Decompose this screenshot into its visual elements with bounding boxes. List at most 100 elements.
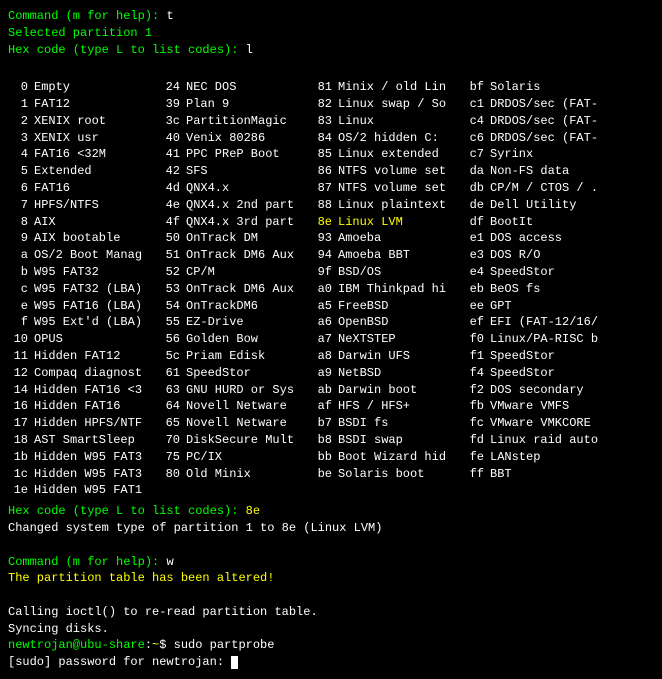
hex-code: e3 <box>464 247 490 264</box>
table-row: 5Extended42SFS86NTFS volume setdaNon-FS … <box>8 163 616 180</box>
shell-path: ~ <box>152 638 159 652</box>
hex-name: Hidden FAT12 <box>34 348 160 365</box>
hex-name: Hidden HPFS/NTF <box>34 415 160 432</box>
hex-code: bf <box>464 79 490 96</box>
hex-name: Priam Edisk <box>186 348 312 365</box>
hex-name: BeOS fs <box>490 281 616 298</box>
hex-name: Linux LVM <box>338 214 464 231</box>
hex-code: 7 <box>8 197 34 214</box>
hex-code: 3 <box>8 130 34 147</box>
table-row: bW95 FAT3252CP/M9fBSD/OSe4SpeedStor <box>8 264 616 281</box>
hex-name: W95 FAT32 (LBA) <box>34 281 160 298</box>
hex-name: Solaris boot <box>338 466 464 483</box>
hex-code: 83 <box>312 113 338 130</box>
hex-name: CP/M <box>186 264 312 281</box>
hex-name: HPFS/NTFS <box>34 197 160 214</box>
sync-msg: Syncing disks. <box>8 621 654 638</box>
hex-code: ee <box>464 298 490 315</box>
hex-name: DOS R/O <box>490 247 616 264</box>
hex-code: a8 <box>312 348 338 365</box>
hex-code: 0 <box>8 79 34 96</box>
hex-code: eb <box>464 281 490 298</box>
hex-name: NEC DOS <box>186 79 312 96</box>
hex-name: Darwin boot <box>338 382 464 399</box>
hex-name: Solaris <box>490 79 616 96</box>
hex-name: XENIX usr <box>34 130 160 147</box>
hex-code: a0 <box>312 281 338 298</box>
hex-code: 6 <box>8 180 34 197</box>
hex-name: Golden Bow <box>186 331 312 348</box>
hex-code: 12 <box>8 365 34 382</box>
hex-code: e4 <box>464 264 490 281</box>
table-row: 0Empty24NEC DOS81Minix / old LinbfSolari… <box>8 79 616 96</box>
sudo-prompt: [sudo] password for newtrojan: <box>8 655 224 669</box>
hex-name: Hidden W95 FAT3 <box>34 466 160 483</box>
hex-name: Empty <box>34 79 160 96</box>
shell-user: newtrojan@ubu-share <box>8 638 145 652</box>
hex-name: DRDOS/sec (FAT- <box>490 130 616 147</box>
table-row: 1eHidden W95 FAT1 <box>8 482 616 499</box>
hex-code: bb <box>312 449 338 466</box>
hex-name: XENIX root <box>34 113 160 130</box>
hex-name: NetBSD <box>338 365 464 382</box>
hex-name: SpeedStor <box>490 365 616 382</box>
command-prompt-line-2: Command (m for help): w <box>8 554 654 571</box>
hex-name: LANstep <box>490 449 616 466</box>
input-l: l <box>246 43 253 57</box>
hex-name: Plan 9 <box>186 96 312 113</box>
hex-name: AST SmartSleep <box>34 432 160 449</box>
hex-code: 39 <box>160 96 186 113</box>
shell-sep: : <box>145 638 152 652</box>
hex-code: c4 <box>464 113 490 130</box>
hex-code: 8e <box>312 214 338 231</box>
hex-code: c7 <box>464 146 490 163</box>
hex-code: 50 <box>160 230 186 247</box>
hex-code: 1e <box>8 482 34 499</box>
hex-name: DOS access <box>490 230 616 247</box>
hex-code: 41 <box>160 146 186 163</box>
hex-code: ff <box>464 466 490 483</box>
hex-code: 24 <box>160 79 186 96</box>
hex-code <box>312 482 338 499</box>
table-row: 3XENIX usr40Venix 8028684OS/2 hidden C:c… <box>8 130 616 147</box>
hex-code: af <box>312 398 338 415</box>
hex-code: 17 <box>8 415 34 432</box>
hex-name: NeXTSTEP <box>338 331 464 348</box>
blank-line <box>8 58 654 75</box>
hex-code: 4e <box>160 197 186 214</box>
hex-code: 84 <box>312 130 338 147</box>
input-w: w <box>166 555 173 569</box>
hex-code: 14 <box>8 382 34 399</box>
hex-code: 1 <box>8 96 34 113</box>
hex-name <box>186 482 312 499</box>
hex-code: e1 <box>464 230 490 247</box>
hex-code: fb <box>464 398 490 415</box>
hex-name: OS/2 Boot Manag <box>34 247 160 264</box>
table-row: 14Hidden FAT16 <363GNU HURD or SysabDarw… <box>8 382 616 399</box>
hex-name: Novell Netware <box>186 398 312 415</box>
hex-code: f0 <box>464 331 490 348</box>
hex-code: 9 <box>8 230 34 247</box>
hex-code: de <box>464 197 490 214</box>
hex-name: Extended <box>34 163 160 180</box>
hex-code: a5 <box>312 298 338 315</box>
hex-name: OpenBSD <box>338 314 464 331</box>
table-row: 8AIX4fQNX4.x 3rd part8eLinux LVMdfBootIt <box>8 214 616 231</box>
hex-name: SFS <box>186 163 312 180</box>
ioctl-msg: Calling ioctl() to re-read partition tab… <box>8 604 654 621</box>
hex-name: Novell Netware <box>186 415 312 432</box>
hex-name: FAT12 <box>34 96 160 113</box>
hex-name: Hidden FAT16 <box>34 398 160 415</box>
hex-code: 94 <box>312 247 338 264</box>
hex-code: c6 <box>464 130 490 147</box>
sudo-prompt-line[interactable]: [sudo] password for newtrojan: <box>8 654 654 671</box>
hex-code: 55 <box>160 314 186 331</box>
hex-code: 52 <box>160 264 186 281</box>
hex-code: a7 <box>312 331 338 348</box>
hex-code: 56 <box>160 331 186 348</box>
hex-name: Linux swap / So <box>338 96 464 113</box>
hex-code: 81 <box>312 79 338 96</box>
hex-code: 63 <box>160 382 186 399</box>
hex-code: 51 <box>160 247 186 264</box>
hex-name: Darwin UFS <box>338 348 464 365</box>
